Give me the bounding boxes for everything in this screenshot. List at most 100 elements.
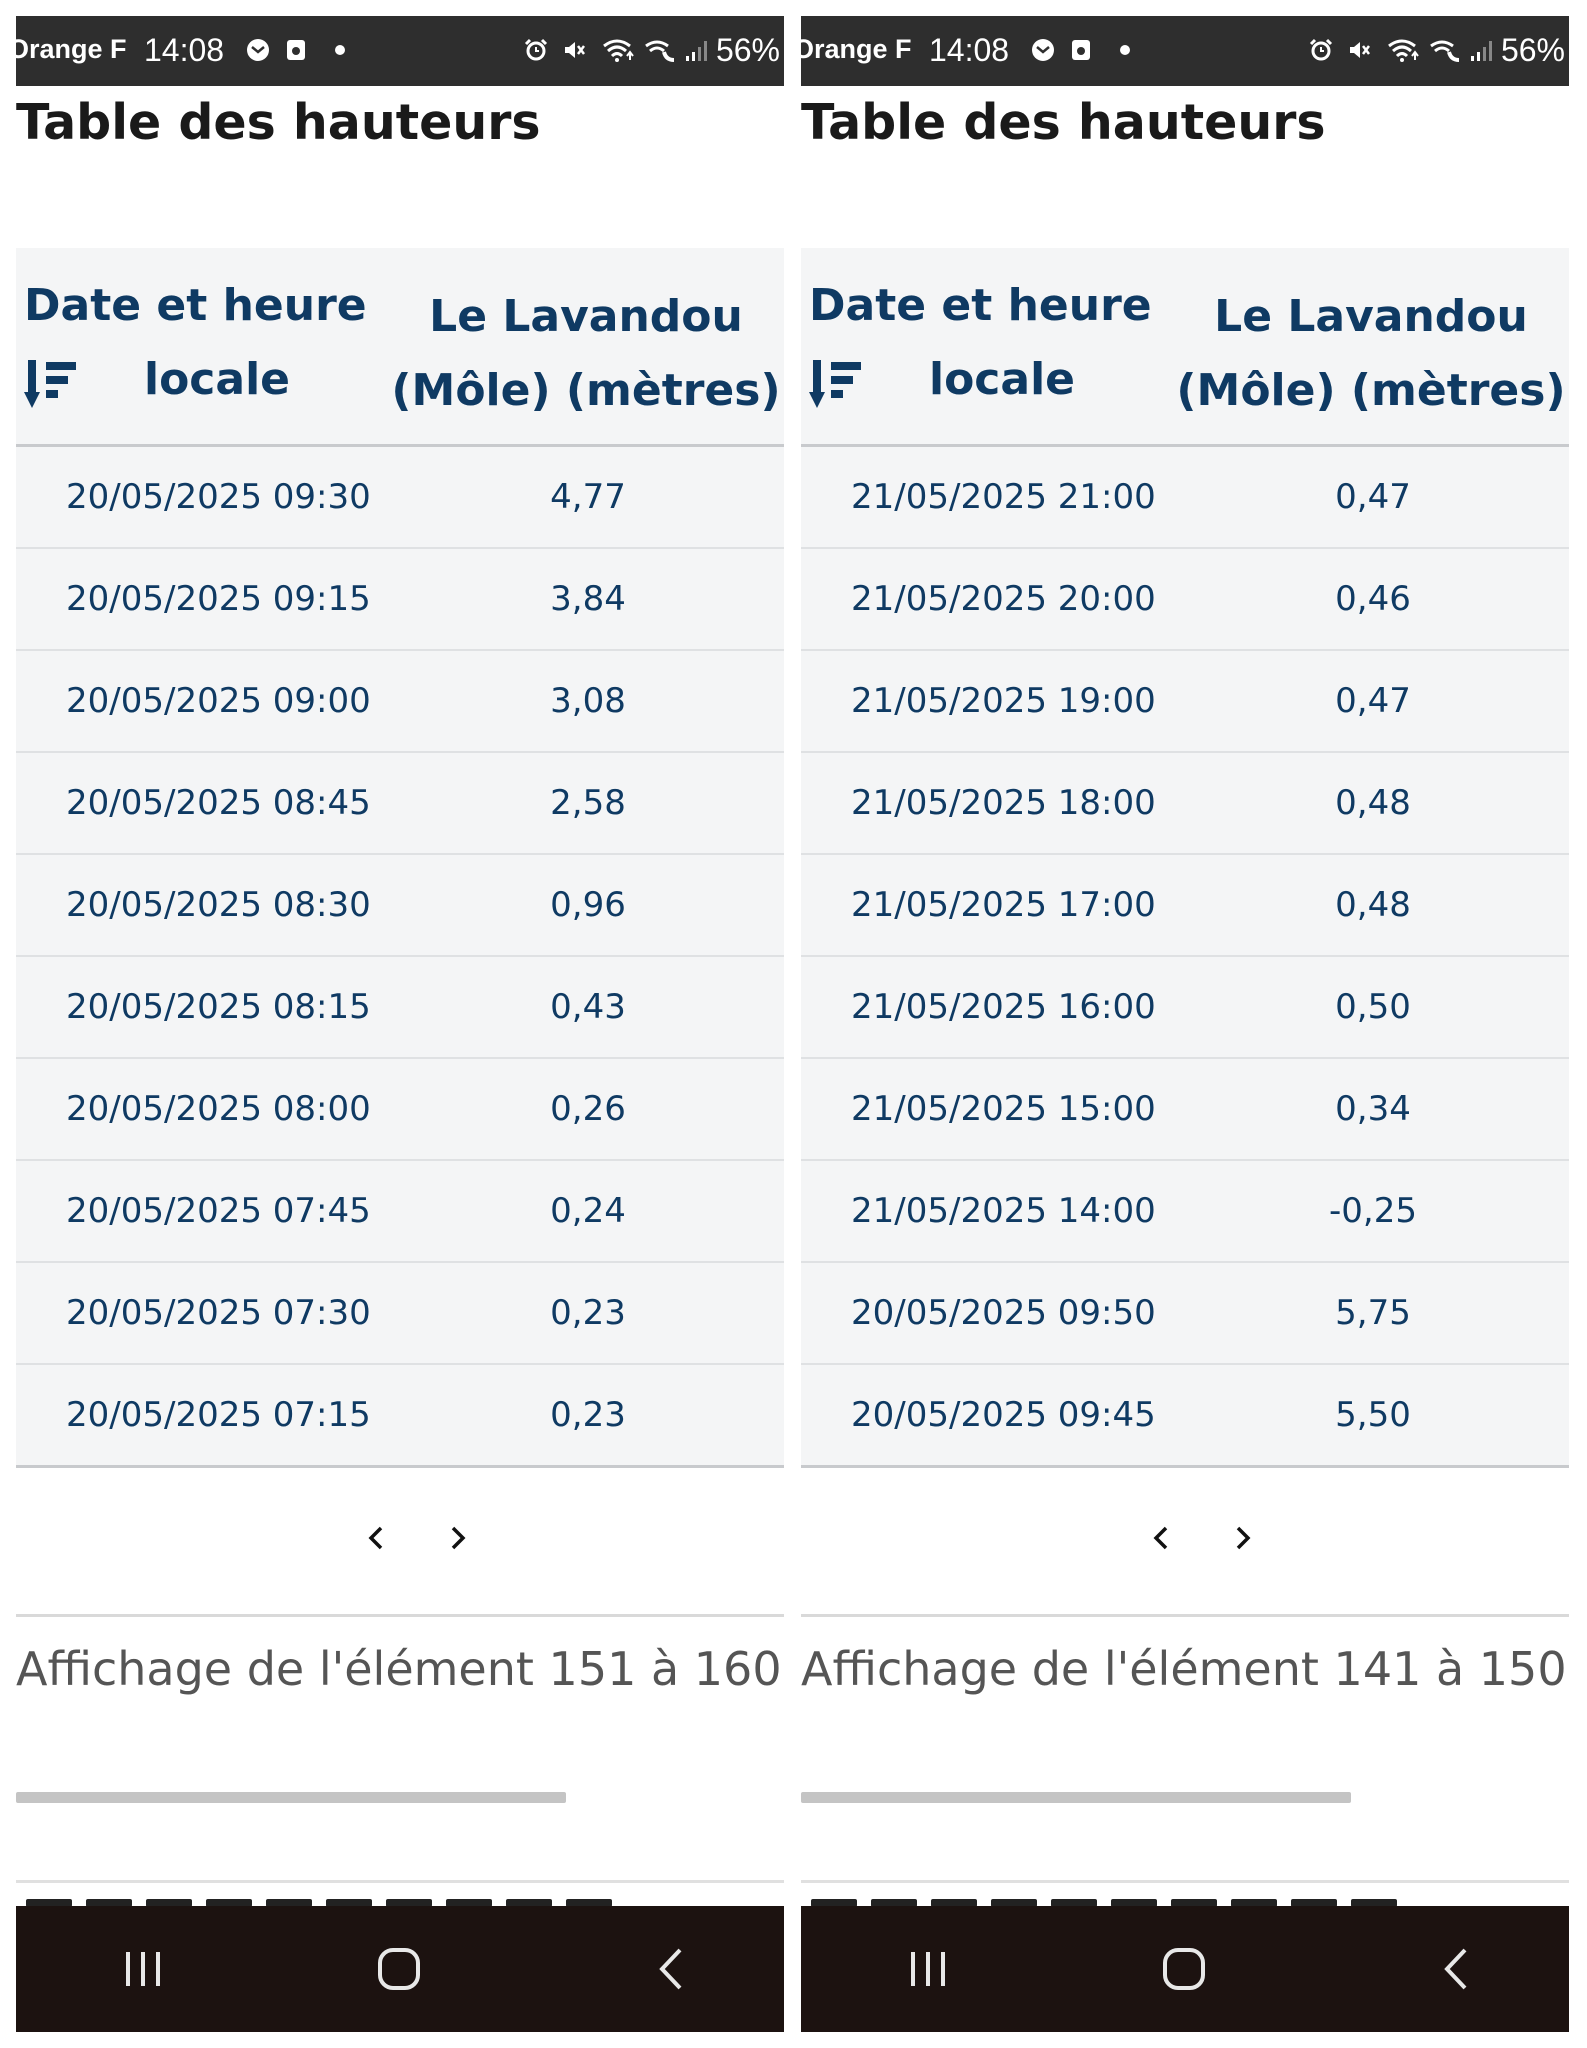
carrier-name: Orange F — [801, 34, 912, 64]
horizontal-scrollbar[interactable] — [16, 1792, 566, 1803]
table-row[interactable]: 20/05/2025 08:15 0,43 — [16, 957, 784, 1059]
wifi-icon — [1388, 39, 1419, 62]
dot-icon — [335, 45, 345, 55]
table-row[interactable]: 20/05/2025 07:15 0,23 — [16, 1365, 784, 1468]
table-row[interactable]: 20/05/2025 09:50 5,75 — [801, 1263, 1569, 1365]
row-height-value: 0,96 — [550, 885, 626, 925]
clipped-text-peek — [811, 1892, 1569, 1906]
row-height-value: 3,84 — [550, 579, 626, 619]
date-column-header[interactable]: Date et heure locale — [809, 280, 1189, 408]
row-height-value: 0,43 — [550, 987, 626, 1027]
table-row[interactable]: 21/05/2025 16:00 0,50 — [801, 957, 1569, 1059]
height-header-line2: (Môle) (mètres) — [391, 365, 781, 416]
tide-height-table: Date et heure locale Le Lavandou (Môle) … — [16, 248, 784, 1468]
phone-screen-right: Orange F 14:08 56% Table des hauteurs Da… — [801, 16, 1569, 2032]
prev-page-chevron-icon[interactable] — [356, 1518, 396, 1558]
row-height-value: 0,47 — [1335, 681, 1411, 721]
home-icon[interactable] — [1159, 1944, 1209, 1994]
mail-icon — [247, 39, 269, 61]
row-datetime: 20/05/2025 09:15 — [66, 579, 371, 619]
android-navigation-bar — [16, 1906, 784, 2032]
recent-apps-icon[interactable] — [118, 1944, 168, 1994]
row-height-value: 0,34 — [1335, 1089, 1411, 1129]
height-header-line1: Le Lavandou — [1214, 291, 1528, 342]
wifi-icon — [603, 39, 634, 62]
wifi-call-icon — [1430, 40, 1460, 62]
row-height-value: 0,23 — [550, 1293, 626, 1333]
row-datetime: 21/05/2025 17:00 — [851, 885, 1156, 925]
carrier-name: Orange F — [16, 34, 127, 64]
row-height-value: 0,48 — [1335, 885, 1411, 925]
mute-icon — [1350, 42, 1370, 58]
mute-icon — [565, 42, 585, 58]
back-icon[interactable] — [1431, 1944, 1481, 1994]
row-datetime: 21/05/2025 15:00 — [851, 1089, 1156, 1129]
row-height-value: 0,46 — [1335, 579, 1411, 619]
table-row[interactable]: 20/05/2025 09:15 3,84 — [16, 549, 784, 651]
android-navigation-bar — [801, 1906, 1569, 2032]
home-icon[interactable] — [374, 1944, 424, 1994]
clock: 14:08 — [144, 32, 225, 68]
date-header-line1: Date et heure — [809, 280, 1152, 331]
date-column-header[interactable]: Date et heure locale — [24, 280, 404, 408]
phone-screen-left: Orange F 14:08 56% Table des hauteurs Da… — [16, 16, 784, 2032]
row-datetime: 20/05/2025 07:15 — [66, 1395, 371, 1435]
table-row[interactable]: 21/05/2025 18:00 0,48 — [801, 753, 1569, 855]
row-height-value: 0,24 — [550, 1191, 626, 1231]
next-page-chevron-icon[interactable] — [438, 1518, 478, 1558]
table-row[interactable]: 20/05/2025 09:30 4,77 — [16, 447, 784, 549]
row-datetime: 20/05/2025 09:00 — [66, 681, 371, 721]
row-height-value: 0,47 — [1335, 477, 1411, 517]
recent-apps-icon[interactable] — [903, 1944, 953, 1994]
row-datetime: 20/05/2025 09:50 — [851, 1293, 1156, 1333]
height-column-header[interactable]: Le Lavandou (Môle) (mètres) — [1171, 280, 1569, 428]
prev-page-chevron-icon[interactable] — [1141, 1518, 1181, 1558]
status-bar: Orange F 14:08 56% — [801, 16, 1569, 86]
pagination-info: Affichage de l'élément 141 à 150 sur — [801, 1642, 1569, 1696]
row-datetime: 21/05/2025 19:00 — [851, 681, 1156, 721]
clock: 14:08 — [929, 32, 1010, 68]
dot-icon — [1120, 45, 1130, 55]
alarm-icon — [524, 38, 548, 61]
next-page-chevron-icon[interactable] — [1223, 1518, 1263, 1558]
row-height-value: 4,77 — [550, 477, 626, 517]
table-row[interactable]: 20/05/2025 09:45 5,50 — [801, 1365, 1569, 1468]
table-row[interactable]: 21/05/2025 17:00 0,48 — [801, 855, 1569, 957]
back-icon[interactable] — [646, 1944, 696, 1994]
battery-level: 56% — [1500, 32, 1565, 68]
row-datetime: 20/05/2025 08:30 — [66, 885, 371, 925]
date-header-line2: locale — [144, 354, 291, 405]
signal-icon — [1471, 41, 1492, 61]
battery-level: 56% — [715, 32, 780, 68]
table-row[interactable]: 20/05/2025 07:30 0,23 — [16, 1263, 784, 1365]
height-header-line1: Le Lavandou — [429, 291, 743, 342]
row-datetime: 21/05/2025 16:00 — [851, 987, 1156, 1027]
table-row[interactable]: 20/05/2025 08:00 0,26 — [16, 1059, 784, 1161]
table-row[interactable]: 20/05/2025 09:00 3,08 — [16, 651, 784, 753]
row-datetime: 21/05/2025 20:00 — [851, 579, 1156, 619]
row-height-value: 5,50 — [1335, 1395, 1411, 1435]
table-body: 21/05/2025 21:00 0,47 21/05/2025 20:00 0… — [801, 447, 1569, 1468]
table-row[interactable]: 21/05/2025 14:00 -0,25 — [801, 1161, 1569, 1263]
page-title: Table des hauteurs — [16, 94, 541, 151]
alarm-icon — [1309, 38, 1333, 61]
sort-descending-icon[interactable] — [809, 358, 863, 412]
row-datetime: 20/05/2025 08:00 — [66, 1089, 371, 1129]
horizontal-scrollbar[interactable] — [801, 1792, 1351, 1803]
table-row[interactable]: 21/05/2025 19:00 0,47 — [801, 651, 1569, 753]
pagination — [801, 1518, 1569, 1558]
row-height-value: -0,25 — [1329, 1191, 1417, 1231]
tide-height-table: Date et heure locale Le Lavandou (Môle) … — [801, 248, 1569, 1468]
row-datetime: 21/05/2025 14:00 — [851, 1191, 1156, 1231]
table-row[interactable]: 21/05/2025 15:00 0,34 — [801, 1059, 1569, 1161]
table-row[interactable]: 20/05/2025 07:45 0,24 — [16, 1161, 784, 1263]
table-row[interactable]: 20/05/2025 08:30 0,96 — [16, 855, 784, 957]
table-row[interactable]: 21/05/2025 20:00 0,46 — [801, 549, 1569, 651]
row-datetime: 20/05/2025 07:45 — [66, 1191, 371, 1231]
table-row[interactable]: 20/05/2025 08:45 2,58 — [16, 753, 784, 855]
date-header-line1: Date et heure — [24, 280, 367, 331]
table-row[interactable]: 21/05/2025 21:00 0,47 — [801, 447, 1569, 549]
height-column-header[interactable]: Le Lavandou (Môle) (mètres) — [386, 280, 784, 428]
sort-descending-icon[interactable] — [24, 358, 78, 412]
row-height-value: 3,08 — [550, 681, 626, 721]
